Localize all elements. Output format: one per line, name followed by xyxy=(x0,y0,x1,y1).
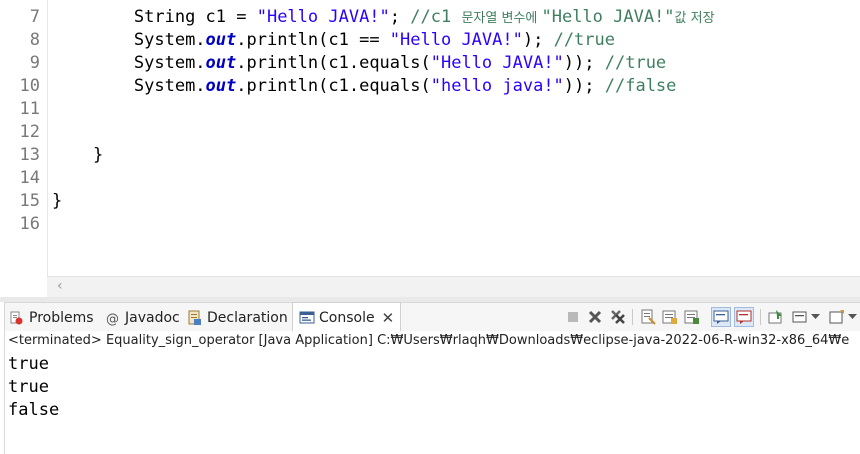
remove-all-terminated-icon[interactable] xyxy=(608,307,628,327)
code-text: )); xyxy=(563,76,605,96)
line-number: 9 xyxy=(29,53,40,73)
static-field: out xyxy=(205,30,237,50)
line-number: 7 xyxy=(29,7,40,27)
svg-text:@: @ xyxy=(106,312,119,326)
closing-brace: } xyxy=(92,145,104,165)
chevron-down-icon[interactable] xyxy=(846,307,858,327)
comment: 값 저장 xyxy=(674,11,715,26)
tab-problems[interactable]: Problems xyxy=(9,303,94,332)
code-text: System. xyxy=(133,30,206,50)
code-line-15: } xyxy=(52,190,62,213)
line-number: 16 xyxy=(19,214,40,234)
console-output-line: true xyxy=(8,354,49,374)
console-icon xyxy=(299,310,315,326)
views-tab-bar: Problems @ Javadoc Declaration Console ✕ xyxy=(4,302,860,333)
console-output-line: false xyxy=(8,400,60,420)
code-line-7: String c1 = "Hello JAVA!"; //c1 문자열 변수에 … xyxy=(52,6,715,30)
scroll-lock-icon[interactable] xyxy=(660,307,680,327)
terminate-icon[interactable] xyxy=(563,307,583,327)
static-field: out xyxy=(205,76,237,96)
code-text: System. xyxy=(133,53,206,73)
line-number: 12 xyxy=(19,122,40,142)
code-line-10: System.out.println(c1.equals("hello java… xyxy=(52,75,677,98)
comment: //true xyxy=(553,30,615,50)
code-text: System. xyxy=(133,76,206,96)
word-wrap-icon[interactable] xyxy=(682,307,702,327)
line-number: 8 xyxy=(29,30,40,50)
pin-console-icon[interactable] xyxy=(766,307,786,327)
code-text: .println(c1.equals( xyxy=(236,76,431,96)
display-console-icon[interactable] xyxy=(790,307,810,327)
code-text: ); xyxy=(522,30,554,50)
line-number: 14 xyxy=(19,168,40,188)
tab-declaration[interactable]: Declaration xyxy=(187,303,288,332)
comment: 문자열 변수에 xyxy=(461,11,542,26)
line-number: 15 xyxy=(19,191,40,211)
toolbar-separator xyxy=(760,309,761,325)
tab-console[interactable]: Console ✕ xyxy=(292,302,402,333)
tab-javadoc[interactable]: @ Javadoc xyxy=(105,303,180,332)
tab-label: Javadoc xyxy=(125,309,180,326)
closing-brace: } xyxy=(52,191,63,211)
code-text: String c1 = xyxy=(133,7,257,27)
clear-console-icon[interactable] xyxy=(638,307,658,327)
line-number: 10 xyxy=(19,76,40,96)
code-line-8: System.out.println(c1 == "Hello JAVA!");… xyxy=(52,29,615,52)
chevron-down-icon[interactable] xyxy=(809,307,821,327)
comment: "Hello JAVA!" xyxy=(541,7,675,27)
remove-launch-icon[interactable] xyxy=(585,307,605,327)
line-number: 13 xyxy=(19,145,40,165)
show-console-on-stdout-icon[interactable] xyxy=(711,307,731,327)
tab-label: Console xyxy=(319,310,375,326)
tab-label: Problems xyxy=(29,309,94,326)
code-text: .println(c1.equals( xyxy=(236,53,431,73)
code-text: ; xyxy=(389,7,411,27)
code-text: .println(c1 == xyxy=(236,30,390,50)
static-field: out xyxy=(205,53,237,73)
show-console-on-stderr-icon[interactable] xyxy=(734,307,754,327)
gutter-divider xyxy=(47,0,48,276)
string-literal: "Hello JAVA!" xyxy=(389,30,523,50)
console-process-label: <terminated> Equality_sign_operator [Jav… xyxy=(8,333,850,348)
scroll-left-icon[interactable]: ‹ xyxy=(57,278,63,294)
declaration-icon xyxy=(187,310,203,326)
comment: //c1 xyxy=(410,7,462,27)
open-console-icon[interactable] xyxy=(827,307,847,327)
code-editor[interactable]: 7 8 9 10 11 12 13 14 15 16 String c1 = "… xyxy=(0,0,860,276)
line-number: 11 xyxy=(19,99,40,119)
tab-label: Declaration xyxy=(207,309,288,326)
comment: //false xyxy=(604,76,677,96)
horizontal-scrollbar[interactable]: ‹ xyxy=(47,276,860,297)
code-line-9: System.out.println(c1.equals("Hello JAVA… xyxy=(52,52,666,75)
toolbar-separator xyxy=(632,309,633,325)
problems-icon xyxy=(9,310,25,326)
console-output-line: true xyxy=(8,377,49,397)
string-literal: "Hello JAVA!" xyxy=(430,53,564,73)
code-text: )); xyxy=(563,53,605,73)
string-literal: "hello java!" xyxy=(430,76,564,96)
javadoc-icon: @ xyxy=(105,310,121,327)
close-icon[interactable]: ✕ xyxy=(382,309,395,327)
line-number-gutter: 7 8 9 10 11 12 13 14 15 16 xyxy=(0,0,47,276)
comment: //true xyxy=(604,53,667,73)
string-literal: "Hello JAVA!" xyxy=(256,7,390,27)
code-line-13: } xyxy=(52,144,103,167)
